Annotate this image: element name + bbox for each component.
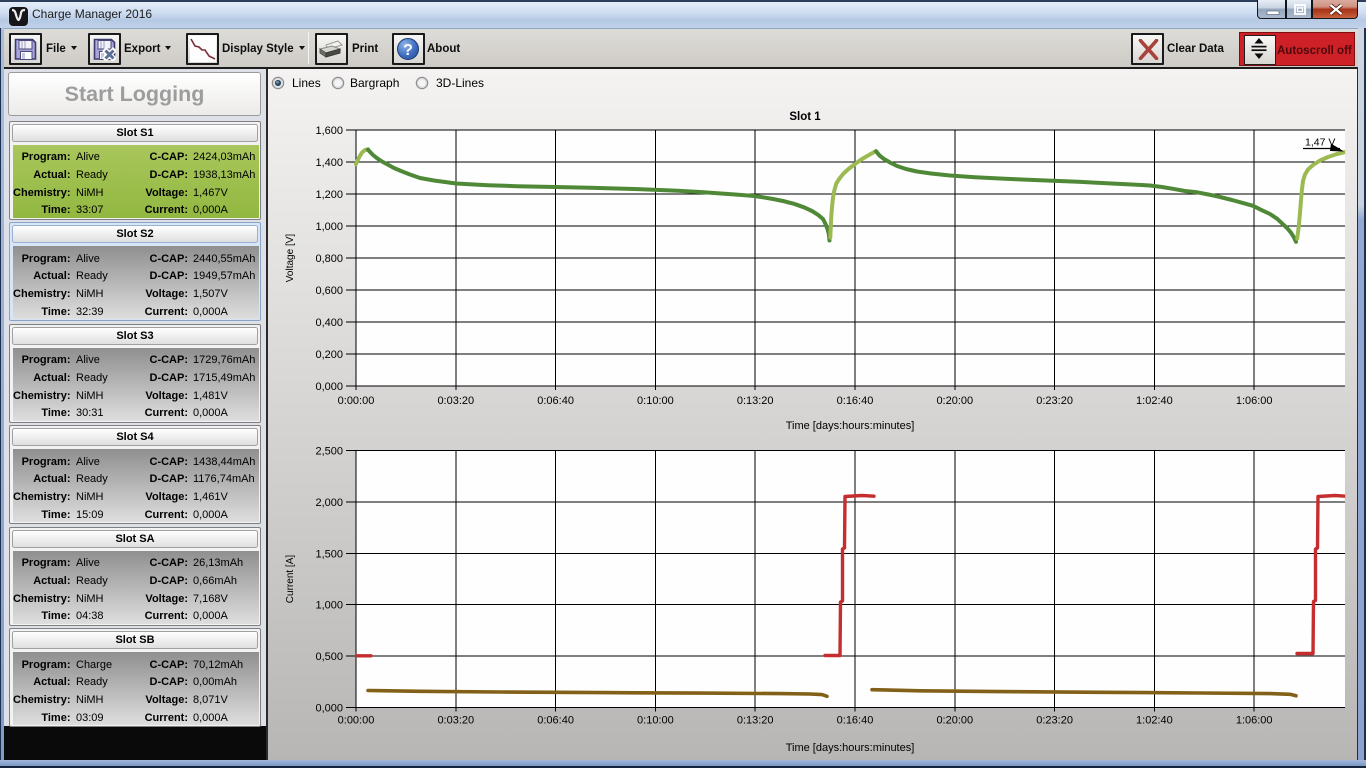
svg-text:0:03:20: 0:03:20 [437,715,474,727]
svg-text:0,500: 0,500 [315,651,343,663]
svg-text:0:13:20: 0:13:20 [737,395,774,407]
svg-text:Current [A]: Current [A] [285,555,296,604]
svg-text:0,200: 0,200 [315,349,343,361]
svg-text:0:20:00: 0:20:00 [936,395,973,407]
svg-text:0:03:20: 0:03:20 [437,395,474,407]
svg-text:1,000: 1,000 [315,221,343,233]
svg-text:1:06:00: 1:06:00 [1236,395,1273,407]
svg-text:0,600: 0,600 [315,285,343,297]
svg-text:0,000: 0,000 [315,381,343,393]
svg-text:0:06:40: 0:06:40 [537,715,574,727]
svg-text:0:10:00: 0:10:00 [637,395,674,407]
svg-text:Time [days:hours:minutes]: Time [days:hours:minutes] [786,742,915,754]
svg-text:0,800: 0,800 [315,253,343,265]
svg-text:?: ? [403,42,413,59]
svg-text:1,200: 1,200 [315,189,343,201]
svg-text:1,400: 1,400 [315,157,343,169]
svg-text:0:13:20: 0:13:20 [737,715,774,727]
svg-text:1:06:00: 1:06:00 [1236,715,1273,727]
svg-text:0:23:20: 0:23:20 [1036,715,1073,727]
svg-text:2,500: 2,500 [315,446,343,458]
svg-text:Lines: Lines [292,76,321,90]
svg-text:1:02:40: 1:02:40 [1136,715,1173,727]
svg-text:0,000: 0,000 [315,703,343,715]
svg-text:0:23:20: 0:23:20 [1036,395,1073,407]
svg-text:0,400: 0,400 [315,317,343,329]
svg-text:0:20:00: 0:20:00 [936,715,973,727]
svg-text:0:16:40: 0:16:40 [837,395,874,407]
svg-text:0:16:40: 0:16:40 [837,715,874,727]
svg-text:0:00:00: 0:00:00 [338,395,375,407]
svg-text:Slot 1: Slot 1 [789,111,821,123]
svg-text:1,600: 1,600 [315,125,343,137]
svg-text:1,000: 1,000 [315,600,343,612]
svg-text:Time [days:hours:minutes]: Time [days:hours:minutes] [786,420,915,432]
svg-text:0:10:00: 0:10:00 [637,715,674,727]
svg-text:1:02:40: 1:02:40 [1136,395,1173,407]
svg-text:0:06:40: 0:06:40 [537,395,574,407]
svg-text:0:00:00: 0:00:00 [338,715,375,727]
svg-text:2,000: 2,000 [315,497,343,509]
svg-text:3D-Lines: 3D-Lines [436,76,484,90]
svg-text:Bargraph: Bargraph [350,76,399,90]
svg-text:1,500: 1,500 [315,548,343,560]
svg-text:Voltage [V]: Voltage [V] [285,234,296,283]
